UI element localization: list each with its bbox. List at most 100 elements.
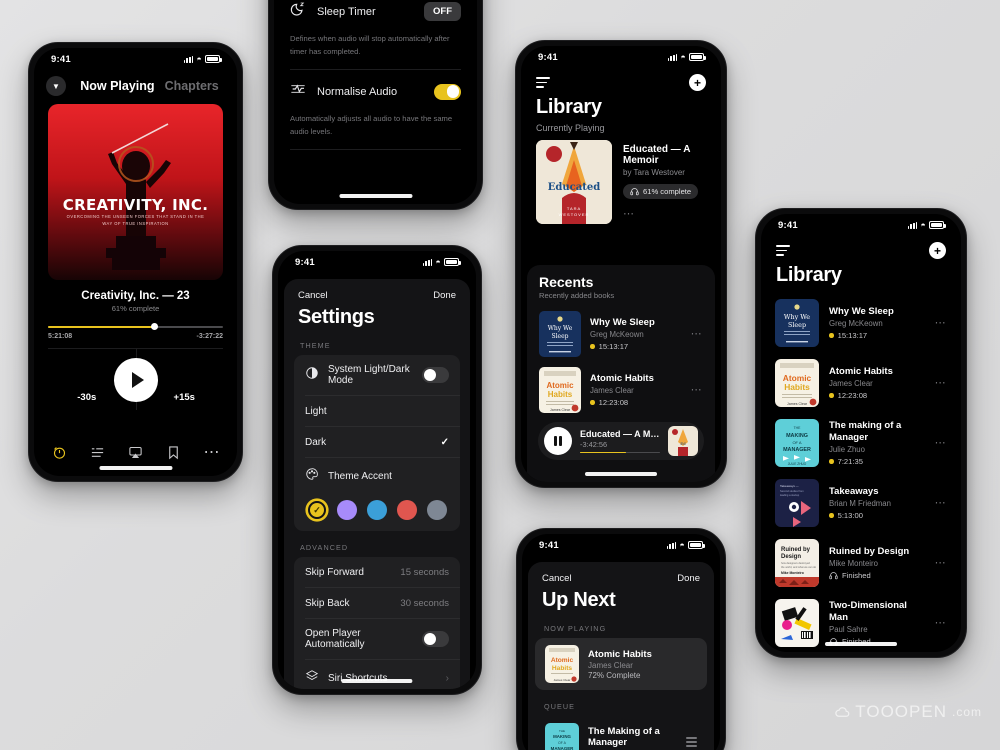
more-icon[interactable]: ⋯ xyxy=(935,497,947,509)
mini-player-progress[interactable] xyxy=(580,451,660,454)
done-button[interactable]: Done xyxy=(677,573,700,584)
system-mode-toggle[interactable] xyxy=(422,367,449,383)
hamburger-icon[interactable] xyxy=(536,77,550,88)
list-item[interactable]: Ruined by Design how designers destroyed… xyxy=(761,533,961,593)
status-time: 9:41 xyxy=(538,51,558,63)
svg-text:Mike Monteiro: Mike Monteiro xyxy=(781,571,804,575)
more-icon[interactable]: ⋯ xyxy=(691,384,703,396)
swatch-purple[interactable] xyxy=(337,500,357,520)
book-author: by Tara Westover xyxy=(623,168,685,177)
hamburger-icon[interactable] xyxy=(776,245,790,256)
book-author: Brian M Friedman xyxy=(829,499,891,509)
chevron-down-icon[interactable]: ▼ xyxy=(46,76,66,96)
more-icon[interactable]: ⋯ xyxy=(935,377,947,389)
sheet-toolbar: Cancel Done xyxy=(284,279,470,304)
swatch-blue[interactable] xyxy=(367,500,387,520)
svg-text:the world, and what we can do: the world, and what we can do xyxy=(781,565,817,569)
wifi-icon: ◓ xyxy=(679,539,685,550)
drag-handle-icon[interactable] xyxy=(686,737,697,747)
svg-text:Design: Design xyxy=(781,554,801,560)
svg-text:Why We: Why We xyxy=(784,313,810,321)
progress-slider[interactable] xyxy=(48,322,223,332)
book-cover-making-of-a-manager: THE MAKING OF A MANAGER JULIE ZHUO xyxy=(775,419,819,467)
more-icon[interactable]: ⋯ xyxy=(935,557,947,569)
screen-library-list: 9:41 ◓ + Library Why We Sleep Why We Sle… xyxy=(761,214,961,652)
play-button[interactable] xyxy=(113,358,158,402)
currently-playing-card[interactable]: Educated TARA WESTOVER Educated — A Memo… xyxy=(521,140,721,224)
list-item-info: Takeaways Brian M Friedman 5:13:00 xyxy=(829,486,925,520)
dot-icon xyxy=(829,513,834,519)
row-normalise-audio[interactable]: Normalise Audio xyxy=(274,70,477,113)
skip-forward-button[interactable]: +15s xyxy=(174,392,195,403)
more-icon[interactable]: ⋯ xyxy=(935,317,947,329)
battery-icon xyxy=(689,53,706,61)
open-player-toggle[interactable] xyxy=(422,631,449,647)
svg-text:James Clear: James Clear xyxy=(787,402,808,406)
swatch-red[interactable] xyxy=(397,500,417,520)
book-author: Julie Zhuo xyxy=(829,445,865,455)
plus-icon[interactable]: + xyxy=(929,242,946,259)
swatch-gray[interactable] xyxy=(427,500,447,520)
row-skip-forward[interactable]: Skip Forward 15 seconds xyxy=(294,557,460,587)
list-item[interactable]: Why We Sleep Why We Sleep Greg McKeown 1… xyxy=(761,293,961,353)
progress-knob[interactable] xyxy=(151,323,159,330)
more-icon[interactable]: ⋯ xyxy=(935,437,947,449)
svg-text:leading a startup: leading a startup xyxy=(780,493,800,497)
list-item[interactable]: Atomic Habits James Clear Atomic Habits … xyxy=(761,353,961,413)
status-indicators: ◓ xyxy=(667,52,706,62)
row-light[interactable]: Light xyxy=(294,396,460,426)
row-system-mode[interactable]: System Light/Dark Mode xyxy=(294,355,460,395)
row-open-player[interactable]: Open Player Automatically xyxy=(294,619,460,659)
cellular-icon xyxy=(907,221,918,229)
list-item[interactable]: THE MAKING OF A MANAGER JULIE ZHUO The m… xyxy=(761,413,961,473)
cancel-button[interactable]: Cancel xyxy=(298,290,328,301)
mini-player[interactable]: Educated — A Memoir -3:42:56 Ed xyxy=(538,422,704,460)
more-icon[interactable]: ⋯ xyxy=(204,442,220,462)
list-item-info: Atomic Habits James Clear 12:23:08 xyxy=(829,366,925,401)
svg-text:Ed: Ed xyxy=(680,441,686,446)
chapters-icon[interactable] xyxy=(90,445,105,460)
section-header-theme: THEME xyxy=(300,341,331,350)
queue-item[interactable]: THE MAKING OF A MANAGER The Making of a … xyxy=(535,716,707,750)
cancel-button[interactable]: Cancel xyxy=(542,573,572,584)
more-icon[interactable]: ⋯ xyxy=(691,328,703,340)
mini-player-info: Educated — A Memoir -3:42:56 xyxy=(580,429,660,454)
wifi-icon: ◓ xyxy=(196,53,202,64)
book-cover-why-we-sleep: Why We Sleep xyxy=(539,311,581,357)
row-label: Sleep Timer xyxy=(317,5,376,18)
list-item[interactable]: Takeaways — Second studies from leading … xyxy=(761,473,961,533)
status-time: 9:41 xyxy=(778,219,798,231)
more-icon[interactable]: ⋯ xyxy=(623,209,706,220)
plus-icon[interactable]: + xyxy=(689,74,706,91)
list-item[interactable]: Why We Sleep Why We Sleep Greg McKeown 1… xyxy=(527,306,715,362)
list-item[interactable]: Atomic Habits James Clear Atomic Habits … xyxy=(527,362,715,418)
section-header-advanced: ADVANCED xyxy=(300,543,349,552)
normalise-toggle[interactable] xyxy=(434,83,461,100)
speed-icon[interactable] xyxy=(52,445,67,460)
done-button[interactable]: Done xyxy=(433,290,456,301)
book-meta: 12:23:08 xyxy=(590,398,682,407)
row-skip-back[interactable]: Skip Back 30 seconds xyxy=(294,588,460,618)
row-siri-shortcuts[interactable]: Siri Shortcuts › xyxy=(294,660,460,689)
tab-chapters[interactable]: Chapters xyxy=(165,79,219,93)
pause-button[interactable] xyxy=(544,427,572,455)
book-duration: 12:23:08 xyxy=(837,391,868,401)
tab-now-playing[interactable]: Now Playing xyxy=(80,79,154,93)
bookmark-icon[interactable] xyxy=(166,445,181,460)
more-icon[interactable]: ⋯ xyxy=(935,617,947,629)
sheet-toolbar: Cancel Done xyxy=(528,562,714,587)
book-cover-why-we-sleep: Why We Sleep xyxy=(775,299,819,347)
row-value: 30 seconds xyxy=(400,597,449,609)
now-playing-item[interactable]: Atomic Habits James Clear Atomic Habits … xyxy=(535,638,707,690)
svg-text:Sleep: Sleep xyxy=(552,333,569,340)
book-cover-atomic-habits: Atomic Habits James Clear xyxy=(775,359,819,407)
sleep-timer-value[interactable]: OFF xyxy=(424,2,461,21)
phone-audio-settings: Speed 1.5x Sleep Timer OFF Defines when … xyxy=(268,0,483,210)
airplay-icon[interactable] xyxy=(128,445,143,460)
swatch-yellow[interactable]: ✓ xyxy=(307,500,327,520)
book-meta: Finished xyxy=(829,571,925,580)
skip-back-button[interactable]: -30s xyxy=(77,392,96,403)
book-author: Paul Sahre xyxy=(829,625,868,635)
row-sleep-timer[interactable]: Sleep Timer OFF xyxy=(274,0,477,33)
row-dark[interactable]: Dark ✓ xyxy=(294,427,460,457)
